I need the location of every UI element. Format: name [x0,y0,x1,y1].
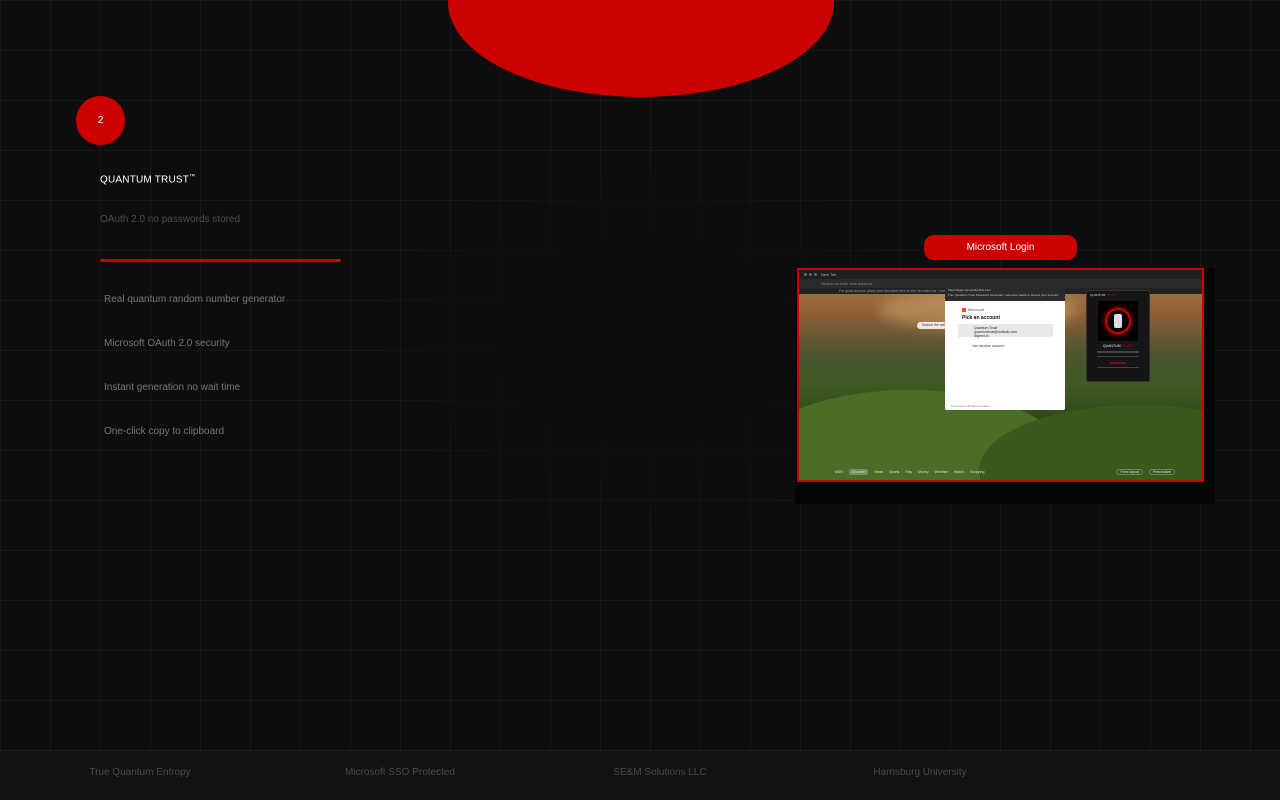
extension-title-prefix: QUANTUM [1102,344,1121,348]
extension-text-line [1097,366,1139,368]
popup-terms: Terms of use Privacy & cookies ... [951,404,993,408]
window-controls-icon [804,273,817,276]
nav-item: MSN [835,470,843,474]
footer: True Quantum Entropy Microsoft SSO Prote… [0,750,1280,800]
extension-header-prefix: QUANTUM [1090,293,1106,297]
decorative-red-blob [448,0,834,97]
nav-item: Weather [934,470,948,474]
footer-item-sso: Microsoft SSO Protected [344,767,456,778]
nav-item: Money [918,470,929,474]
nav-item: News [874,470,884,474]
extension-title-suffix: TRUST [1121,344,1134,348]
brand-name: QUANTUM TRUST [100,174,190,186]
screenshot-search-box: Search the web [917,322,947,329]
extension-button [1110,362,1126,364]
microsoft-logo-icon [962,307,966,312]
microsoft-logo-text: Microsoft [968,307,985,312]
brand-title: QUANTUM TRUST™ [100,174,195,185]
footer-item-entropy: True Quantum Entropy [89,767,191,778]
screenshot-url-placeholder: Search or enter web address [821,281,873,286]
extension-header: QUANTUM TRUST [1087,291,1149,299]
screenshot-bottom-nav: MSN Discover News Sports Play Money Weat… [835,468,1175,476]
feature-text: Real quantum random number generator [104,294,286,305]
extension-popup: QUANTUM TRUST QUANTUM TRUST [1086,290,1150,382]
nav-item: Watch [953,470,964,474]
nav-item: Shopping [969,470,985,474]
popup-note: The "Quantum Trust Password Generator" e… [948,293,1059,297]
popup-header: https://login.microsoftonline.com The "Q… [945,287,1065,301]
feature-item: Real quantum random number generator [100,294,285,338]
footer-item-university: Harrisburg University [873,767,967,778]
feature-list: Real quantum random number generator Mic… [100,294,285,470]
divider [100,259,341,262]
microsoft-account-picker: https://login.microsoftonline.com The "Q… [945,287,1065,410]
extension-header-suffix: TRUST [1105,293,1116,297]
extension-text-line [1097,351,1139,353]
use-another-account: Use another account [972,344,1005,348]
feature-item: One-click copy to clipboard [100,426,285,470]
microsoft-logo: Microsoft [962,307,1065,312]
screenshot-search-text: Search the web [922,323,947,327]
trademark-mark: ™ [189,174,196,180]
screenshot-tab-bar: New Tab [799,270,1202,279]
feature-text: One-click copy to clipboard [104,426,225,437]
feature-text: Microsoft OAuth 2.0 security [104,338,230,349]
quantum-trust-logo-icon [1098,301,1138,341]
microsoft-login-label: Microsoft Login [924,235,1077,260]
feature-item: Instant generation no wait time [100,382,285,426]
screenshot-tab-title: New Tab [821,272,837,277]
feature-item: Microsoft OAuth 2.0 security [100,338,285,382]
footer-item-company: SE&M Solutions LLC [613,767,707,778]
microsoft-login-screenshot: New Tab Search or enter web address For … [797,268,1204,482]
account-option: Quantum Trust quantumtrust@outlook.com S… [958,324,1053,338]
step-badge: 2 [76,96,125,145]
extension-title: QUANTUM TRUST [1087,344,1149,348]
account-status: Signed in [974,334,989,338]
nav-item-active: Discover [848,469,869,475]
feed-layout-button: Feed layout [1116,469,1143,475]
extension-text-line [1097,355,1139,357]
feature-text: Instant generation no wait time [104,382,241,393]
personalize-button: Personalize [1148,469,1175,475]
nav-item: Sports [889,470,900,474]
subtitle: OAuth 2.0 no passwords stored [100,214,241,225]
popup-title: Pick an account [962,315,1001,321]
nav-item: Play [905,470,913,474]
